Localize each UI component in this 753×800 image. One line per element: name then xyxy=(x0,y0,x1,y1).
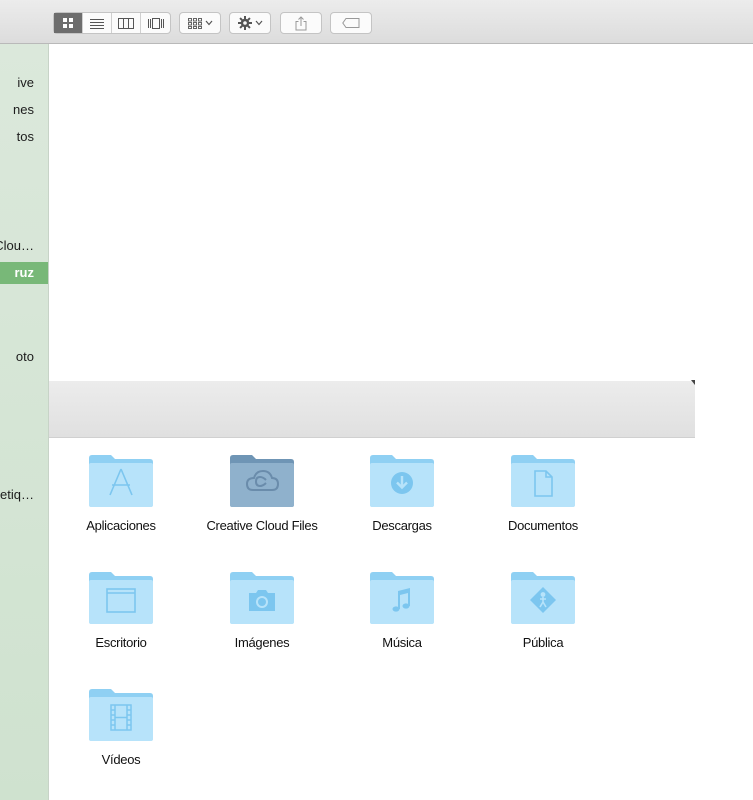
sidebar-item[interactable]: Clou… xyxy=(0,235,48,257)
icon-view-button[interactable] xyxy=(54,13,83,33)
folder-icon xyxy=(230,455,294,507)
folder-label: Documentos xyxy=(508,518,578,533)
share-icon xyxy=(295,15,307,30)
camera-icon xyxy=(249,590,275,611)
sidebar-item[interactable]: tos xyxy=(0,126,48,148)
corner-marker xyxy=(691,380,695,385)
sidebar-item[interactable]: oto xyxy=(0,346,48,368)
sidebar-item-selected[interactable]: ruz xyxy=(0,262,48,284)
chevron-down-icon xyxy=(205,20,212,26)
view-mode-segment xyxy=(53,12,171,34)
list-view-button[interactable] xyxy=(83,13,112,33)
folder-label: Música xyxy=(382,635,422,650)
sidebar-item[interactable]: nes xyxy=(0,99,48,121)
folder-label: Aplicaciones xyxy=(86,518,156,533)
folder-label: Descargas xyxy=(372,518,432,533)
sidebar: ive nes tos Clou… ruz oto etiq… xyxy=(0,44,49,800)
folder-icon xyxy=(511,455,575,507)
preview-band xyxy=(49,381,695,438)
folder-publica[interactable]: Pública xyxy=(483,569,603,651)
folder-documentos[interactable]: Documentos xyxy=(483,452,603,534)
toolbar xyxy=(0,0,753,44)
gear-icon xyxy=(237,16,252,30)
folder-icon xyxy=(511,572,575,624)
folder-icon xyxy=(370,455,434,507)
list-icon xyxy=(90,18,104,29)
tag-button[interactable] xyxy=(330,12,372,34)
folder-videos[interactable]: Vídeos xyxy=(61,686,181,768)
sidebar-item[interactable]: ive xyxy=(0,72,48,94)
folder-icon xyxy=(230,572,294,624)
folder-descargas[interactable]: Descargas xyxy=(342,452,462,534)
column-view-button[interactable] xyxy=(112,13,141,33)
coverflow-icon xyxy=(147,17,164,29)
folder-aplicaciones[interactable]: Aplicaciones xyxy=(61,452,181,534)
folder-icon xyxy=(89,572,153,624)
arrange-button[interactable] xyxy=(179,12,221,34)
folder-icon xyxy=(89,689,153,741)
sidebar-item[interactable]: etiq… xyxy=(0,484,48,506)
folder-label: Imágenes xyxy=(234,635,290,650)
tag-icon xyxy=(342,18,360,28)
folder-label: Creative Cloud Files xyxy=(206,518,318,533)
chevron-down-icon xyxy=(255,20,262,26)
folder-escritorio[interactable]: Escritorio xyxy=(61,569,181,651)
folder-icon xyxy=(89,455,153,507)
folder-label: Vídeos xyxy=(101,752,141,767)
folder-musica[interactable]: Música xyxy=(342,569,462,651)
download-icon xyxy=(391,472,413,494)
folder-label: Pública xyxy=(522,635,564,650)
folder-creative-cloud-files[interactable]: Creative Cloud Files xyxy=(202,452,322,534)
coverflow-view-button[interactable] xyxy=(141,13,170,33)
folder-label: Escritorio xyxy=(95,635,147,650)
action-button[interactable] xyxy=(229,12,271,34)
folder-imagenes[interactable]: Imágenes xyxy=(202,569,322,651)
columns-icon xyxy=(118,17,134,29)
share-button[interactable] xyxy=(280,12,322,34)
grid-icon xyxy=(63,18,73,28)
folder-icon xyxy=(370,572,434,624)
arrange-grid-icon xyxy=(187,17,202,29)
